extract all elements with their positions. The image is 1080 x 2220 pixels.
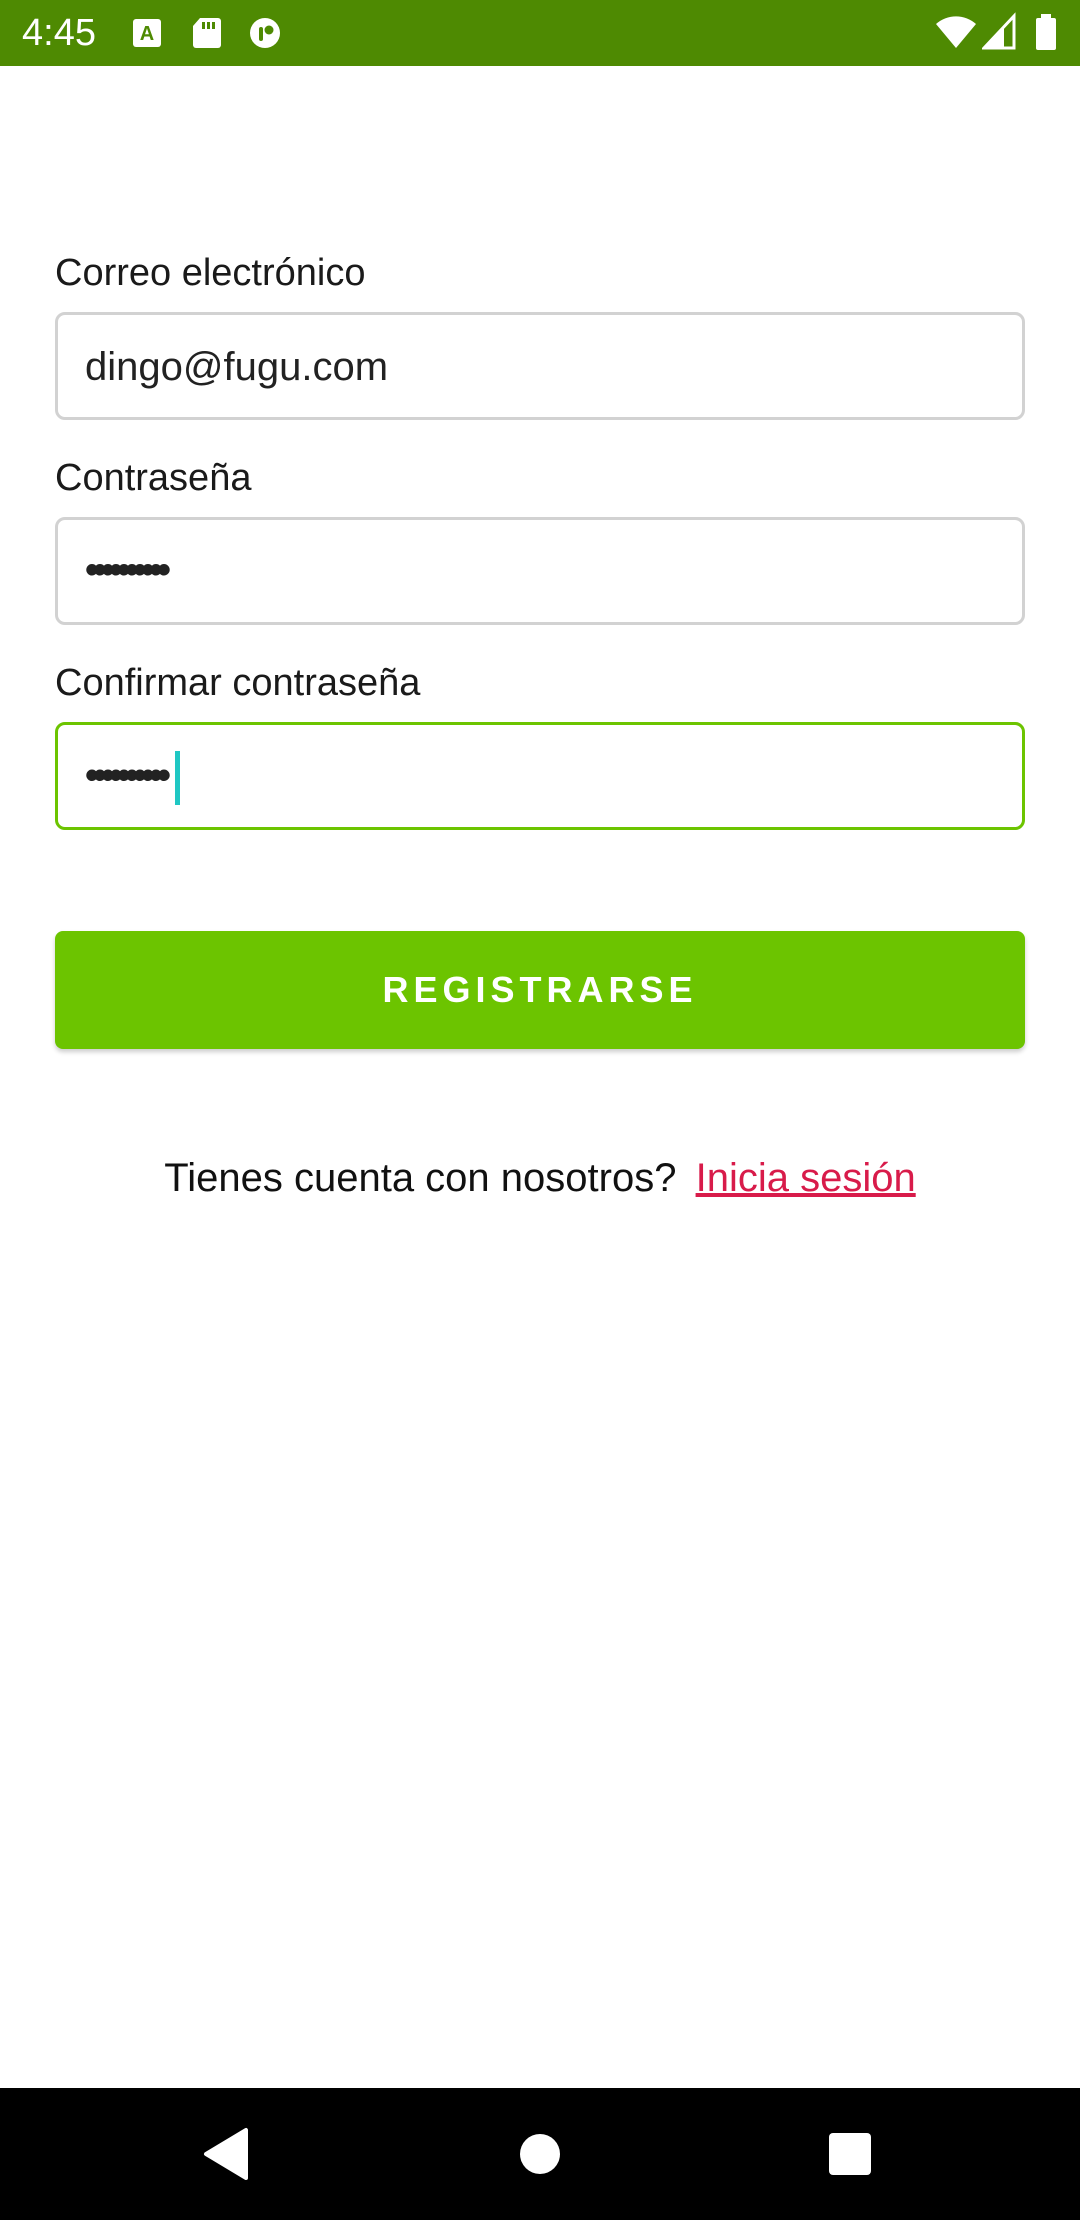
wifi-icon bbox=[936, 16, 976, 48]
password-value: •••••••••• bbox=[85, 548, 171, 592]
svg-text:A: A bbox=[140, 23, 154, 45]
recents-icon[interactable] bbox=[814, 2118, 886, 2190]
sd-card-icon bbox=[193, 18, 221, 48]
signin-link[interactable]: Inicia sesión bbox=[696, 1156, 916, 1200]
password-label: Contraseña bbox=[55, 457, 252, 499]
email-label: Correo electrónico bbox=[55, 252, 366, 294]
confirm-password-text: •••••••••• bbox=[85, 753, 171, 798]
email-field[interactable]: dingo@fugu.com bbox=[55, 312, 1025, 420]
home-icon[interactable] bbox=[504, 2118, 576, 2190]
confirm-password-value: •••••••••• bbox=[85, 751, 181, 805]
back-icon[interactable] bbox=[192, 2118, 264, 2190]
register-button[interactable]: REGISTRARSE bbox=[55, 931, 1025, 1049]
status-bar: 4:45 A bbox=[0, 0, 1080, 66]
app-icon bbox=[250, 18, 280, 48]
password-field[interactable]: •••••••••• bbox=[55, 517, 1025, 625]
confirm-password-field[interactable]: •••••••••• bbox=[55, 722, 1025, 830]
battery-icon bbox=[1036, 14, 1056, 50]
text-cursor bbox=[175, 751, 181, 805]
confirm-password-label: Confirmar contraseña bbox=[55, 662, 421, 704]
email-value: dingo@fugu.com bbox=[85, 345, 389, 389]
status-time: 4:45 bbox=[22, 12, 96, 54]
navigation-bar bbox=[0, 2088, 1080, 2220]
signal-icon bbox=[982, 12, 1016, 50]
signin-row: Tienes cuenta con nosotros? Inicia sesió… bbox=[0, 1152, 1080, 1204]
text-a-icon: A bbox=[133, 19, 161, 47]
signin-prompt: Tienes cuenta con nosotros? bbox=[164, 1156, 677, 1200]
